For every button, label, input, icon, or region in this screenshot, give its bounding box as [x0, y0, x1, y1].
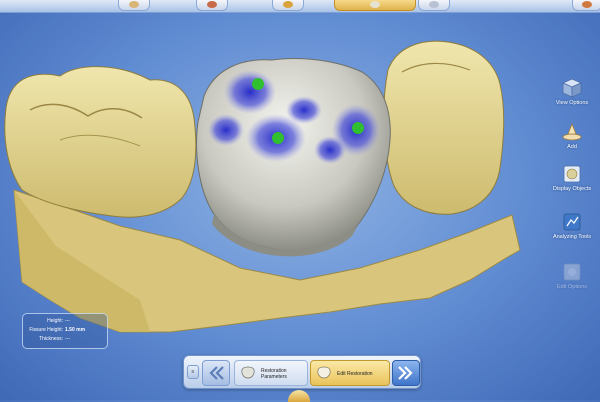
step-label: Restoration Parameters — [261, 368, 287, 380]
fissure-height-label: Fissure Height: — [29, 327, 63, 333]
collapse-button[interactable]: ≡ — [187, 365, 199, 379]
height-label: Height: — [47, 318, 63, 324]
display-objects-button[interactable]: Display Objects — [550, 164, 594, 192]
edit-options-icon — [563, 263, 581, 281]
height-value: --- — [65, 318, 70, 324]
step-restoration-parameters[interactable]: Restoration Parameters — [234, 360, 308, 386]
double-chevron-right-icon — [398, 366, 413, 380]
add-material-icon — [562, 122, 582, 141]
contact-point — [252, 78, 264, 90]
fissure-height-value: 1.50 mm — [65, 327, 85, 333]
edit-options-label: Edit Options — [557, 284, 587, 290]
previous-step-button[interactable] — [202, 360, 230, 386]
next-step-button[interactable] — [392, 360, 420, 386]
contact-point — [272, 132, 284, 144]
display-objects-label: Display Objects — [552, 186, 592, 192]
add-label: Add — [567, 144, 577, 150]
tooth-icon — [241, 366, 255, 379]
contact-point — [352, 122, 364, 134]
step-edit-restoration[interactable]: Edit Restoration — [310, 360, 390, 386]
workflow-step-bar: ≡ Restoration Parameters Edit Restoratio… — [183, 355, 421, 389]
crown-restoration[interactable] — [196, 58, 391, 257]
cube-icon — [562, 78, 582, 98]
add-button[interactable]: Add — [550, 122, 594, 150]
edit-options-button[interactable]: Edit Options — [550, 262, 594, 290]
tooth-icon — [317, 366, 331, 379]
thickness-label: Thickness: — [39, 336, 63, 342]
analyzing-tools-icon — [563, 213, 581, 231]
thickness-value: --- — [65, 336, 70, 342]
view-options-label: View Options — [555, 100, 589, 106]
fissure-height-number: 1.50 mm — [65, 327, 86, 333]
view-options-button[interactable]: View Options — [550, 78, 594, 106]
double-chevron-left-icon — [209, 366, 224, 380]
measurement-panel: Height: --- Fissure Height: 1.50 mm Thic… — [22, 313, 108, 349]
display-objects-icon — [563, 165, 581, 183]
analyzing-tools-label: Analyzing Tools — [552, 234, 592, 240]
step-label: Edit Restoration — [337, 371, 373, 377]
analyzing-tools-button[interactable]: Analyzing Tools — [550, 212, 594, 240]
